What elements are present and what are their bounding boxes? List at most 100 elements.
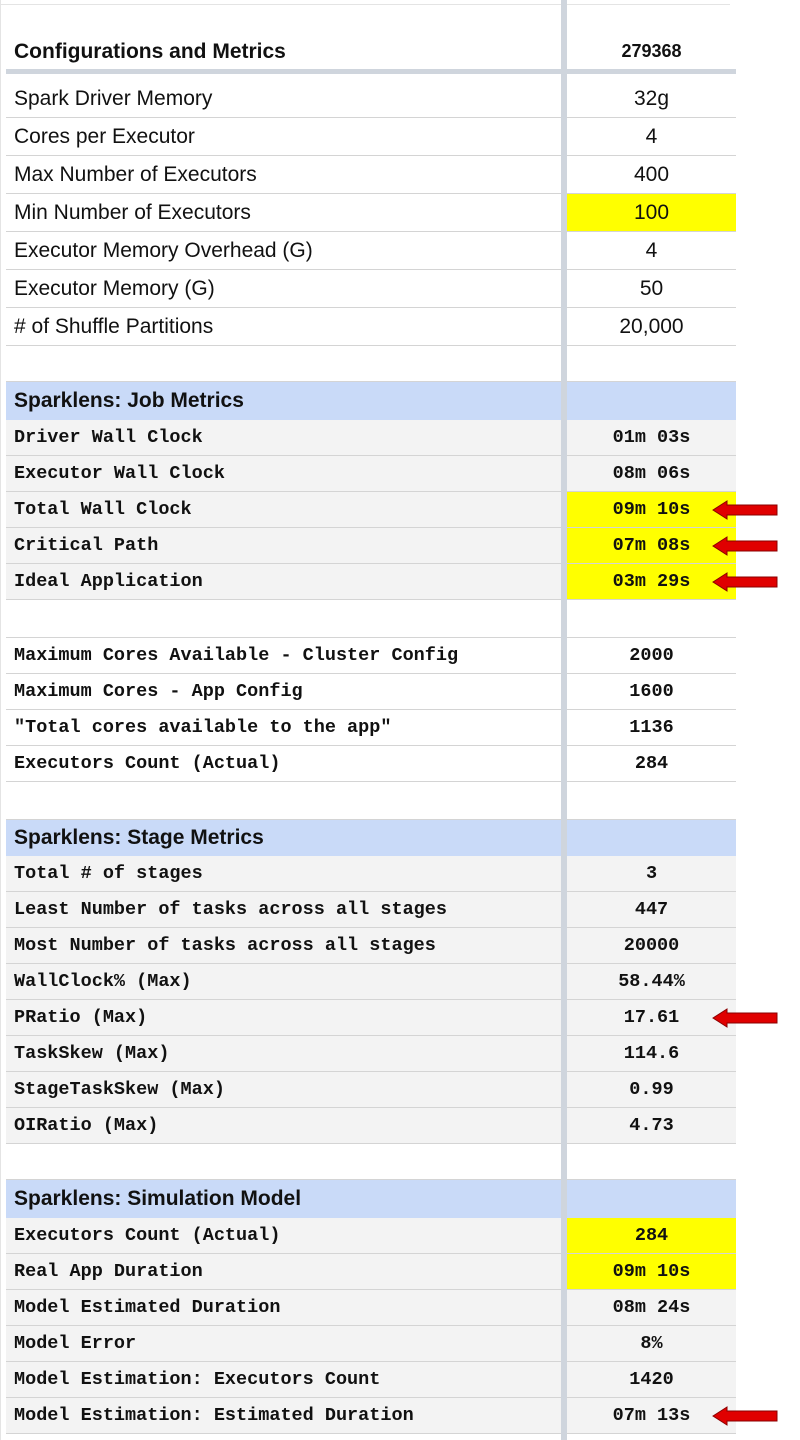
simulation-row: Executors Count (Actual) 284 [6,1218,736,1254]
blank-row [6,782,736,820]
row-label: Most Number of tasks across all stages [14,935,436,956]
red-arrow-icon [712,536,778,556]
red-arrow-icon [712,1008,778,1028]
row-label: Cores per Executor [14,124,195,148]
red-arrow-icon [712,572,778,592]
config-row: Executor Memory Overhead (G) 4 [6,232,736,270]
row-value [567,1180,736,1217]
row-label: Model Estimation: Executors Count [14,1369,381,1390]
row-value: 284 [634,753,669,774]
row-value: 08m 24s [612,1297,691,1318]
job-metric-row: Driver Wall Clock 01m 03s [6,420,736,456]
row-value: 20000 [623,935,680,956]
stage-metric-row: Least Number of tasks across all stages 4… [6,892,736,928]
cores-row: "Total cores available to the app" 1136 [6,710,736,746]
row-value: 08m 06s [612,463,691,484]
row-value: 07m 13s [612,1405,691,1426]
row-value: 1600 [629,681,674,702]
section-header-stage-metrics: Sparklens: Stage Metrics [6,820,736,856]
cores-row: Maximum Cores - App Config 1600 [6,674,736,710]
row-value: 4 [645,238,658,262]
row-label: "Total cores available to the app" [14,717,392,738]
row-label: Sparklens: Stage Metrics [14,825,264,849]
row-value: 0.99 [629,1079,674,1100]
simulation-row: Model Estimation: Executors Count 1420 [6,1362,736,1398]
row-label: Ideal Application [14,571,203,592]
stage-metric-row: Most Number of tasks across all stages 20… [6,928,736,964]
section-header-simulation-model: Sparklens: Simulation Model [6,1180,736,1218]
row-label: Real App Duration [14,1261,203,1282]
stage-metric-row: TaskSkew (Max) 114.6 [6,1036,736,1072]
row-label: Spark Driver Memory [14,86,213,110]
row-value: 17.61 [623,1007,680,1028]
stage-metric-row: PRatio (Max) 17.61 [6,1000,736,1036]
stage-metric-row: StageTaskSkew (Max) 0.99 [6,1072,736,1108]
row-value: 114.6 [623,1043,680,1064]
row-label: Driver Wall Clock [14,427,203,448]
blank-row [6,346,736,382]
row-label: PRatio (Max) [14,1007,148,1028]
sheet-top-border [0,4,730,5]
cores-row: Executors Count (Actual) 284 [6,746,736,782]
job-metric-row: Critical Path 07m 08s [6,528,736,564]
row-value: 1420 [629,1369,674,1390]
row-label: Least Number of tasks across all stages [14,899,447,920]
row-value: 32g [633,86,670,110]
row-label: Executor Wall Clock [14,463,225,484]
row-value [567,382,736,419]
row-label: Model Estimation: Estimated Duration [14,1405,414,1426]
config-row: # of Shuffle Partitions 20,000 [6,308,736,346]
simulation-row: Model Estimated Duration 08m 24s [6,1290,736,1326]
config-row: Cores per Executor 4 [6,118,736,156]
row-label: Maximum Cores - App Config [14,681,303,702]
row-value: 58.44% [618,971,685,992]
row-label: Total Wall Clock [14,499,192,520]
row-value: 09m 10s [567,1254,736,1289]
row-value: 4.73 [629,1115,674,1136]
row-value: 03m 29s [567,564,736,599]
row-value: 8% [640,1333,663,1354]
row-label: Sparklens: Simulation Model [14,1186,302,1210]
row-value: 09m 10s [567,492,736,527]
sheet-left-border [0,0,1,1440]
row-value [567,782,736,819]
section-header-job-metrics: Sparklens: Job Metrics [6,382,736,420]
row-value: 279368 [621,41,682,61]
row-label: WallClock% (Max) [14,971,192,992]
blank-row [6,1144,736,1180]
row-label: Configurations and Metrics [14,39,286,63]
row-value: 50 [639,276,664,300]
row-value: 3 [645,863,658,884]
stage-metric-row: WallClock% (Max) 58.44% [6,964,736,1000]
cores-row: Maximum Cores Available - Cluster Config… [6,638,736,674]
row-label: Max Number of Executors [14,162,257,186]
row-value: 07m 08s [567,528,736,563]
red-arrow-icon [712,500,778,520]
row-label: Model Error [14,1333,137,1354]
config-row: Spark Driver Memory 32g [6,80,736,118]
row-value [567,600,736,637]
stage-metric-row: OIRatio (Max) 4.73 [6,1108,736,1144]
row-value: 100 [567,194,736,231]
row-label: Critical Path [14,535,159,556]
config-row: Executor Memory (G) 50 [6,270,736,308]
row-label: Maximum Cores Available - Cluster Config [14,645,459,666]
stage-metric-row: Total # of stages 3 [6,856,736,892]
row-label: Executor Memory (G) [14,276,215,300]
simulation-row: Model Estimation: Estimated Duration 07m … [6,1398,736,1434]
row-label: Total # of stages [14,863,203,884]
row-value: 2000 [629,645,674,666]
row-label: Executor Memory Overhead (G) [14,238,313,262]
row-value: 284 [567,1218,736,1253]
row-value: 01m 03s [612,427,691,448]
row-value: 1136 [629,717,674,738]
row-label: TaskSkew (Max) [14,1043,170,1064]
row-label: OIRatio (Max) [14,1115,159,1136]
column-separator [561,0,567,1440]
row-value: 4 [645,124,658,148]
row-value: 447 [634,899,669,920]
job-metric-row: Ideal Application 03m 29s [6,564,736,600]
job-metric-row: Executor Wall Clock 08m 06s [6,456,736,492]
row-value [567,1144,736,1179]
simulation-row: Model Error 8% [6,1326,736,1362]
